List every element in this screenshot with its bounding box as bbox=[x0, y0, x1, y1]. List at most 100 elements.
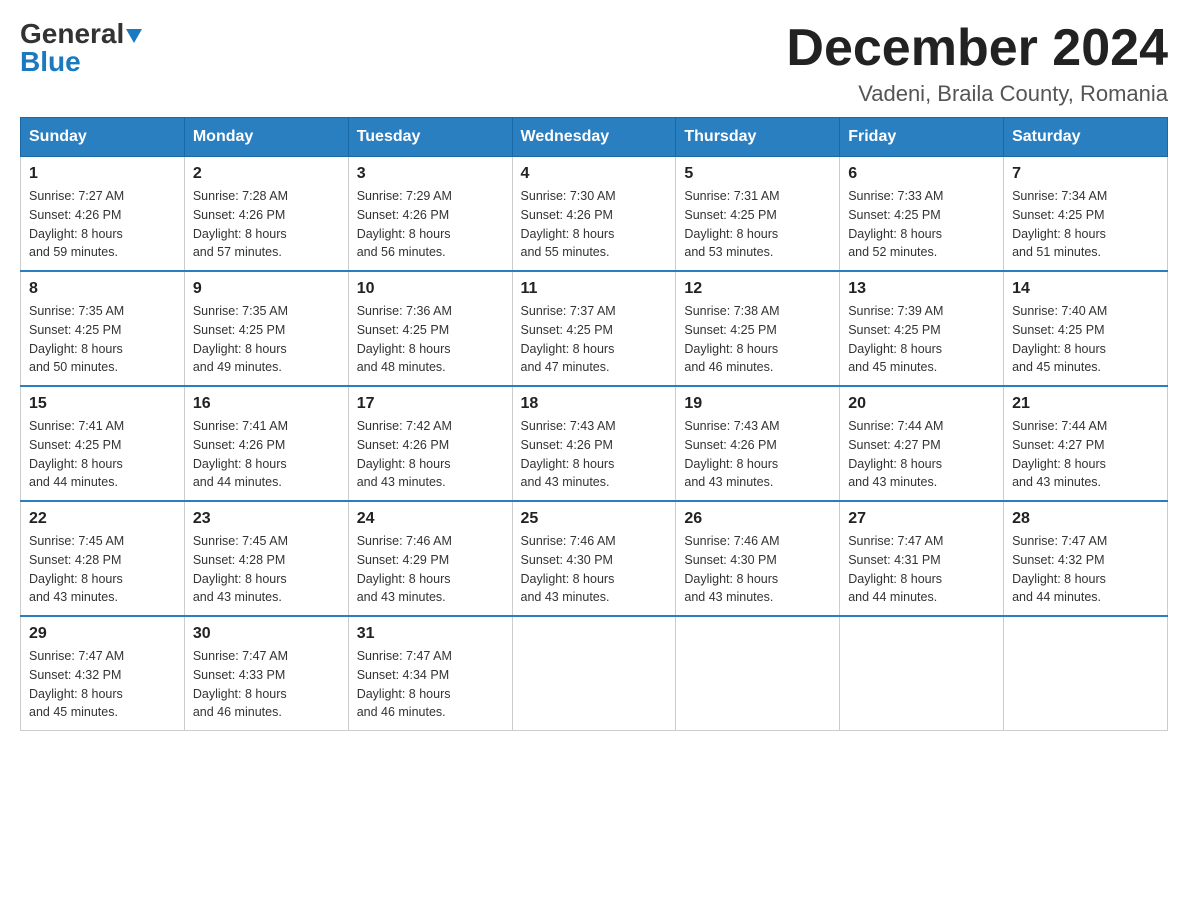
calendar-header-row: Sunday Monday Tuesday Wednesday Thursday… bbox=[21, 118, 1168, 157]
day-info: Sunrise: 7:38 AMSunset: 4:25 PMDaylight:… bbox=[684, 302, 831, 377]
table-row: 1 Sunrise: 7:27 AMSunset: 4:26 PMDaylight… bbox=[21, 157, 185, 272]
logo-triangle-icon bbox=[126, 29, 142, 43]
day-info: Sunrise: 7:42 AMSunset: 4:26 PMDaylight:… bbox=[357, 417, 504, 492]
day-number: 10 bbox=[357, 280, 504, 298]
day-number: 5 bbox=[684, 165, 831, 183]
table-row: 4 Sunrise: 7:30 AMSunset: 4:26 PMDaylight… bbox=[512, 157, 676, 272]
day-number: 23 bbox=[193, 510, 340, 528]
page-header: General Blue December 2024 Vadeni, Brail… bbox=[20, 20, 1168, 107]
col-monday: Monday bbox=[184, 118, 348, 157]
month-title: December 2024 bbox=[786, 20, 1168, 77]
day-info: Sunrise: 7:31 AMSunset: 4:25 PMDaylight:… bbox=[684, 187, 831, 262]
day-number: 22 bbox=[29, 510, 176, 528]
table-row: 16 Sunrise: 7:41 AMSunset: 4:26 PMDayligh… bbox=[184, 386, 348, 501]
day-info: Sunrise: 7:28 AMSunset: 4:26 PMDaylight:… bbox=[193, 187, 340, 262]
day-number: 30 bbox=[193, 625, 340, 643]
day-info: Sunrise: 7:43 AMSunset: 4:26 PMDaylight:… bbox=[684, 417, 831, 492]
table-row: 24Sunrise: 7:46 AMSunset: 4:29 PMDayligh… bbox=[348, 501, 512, 616]
day-info: Sunrise: 7:47 AMSunset: 4:33 PMDaylight:… bbox=[193, 647, 340, 722]
table-row: 14 Sunrise: 7:40 AMSunset: 4:25 PMDayligh… bbox=[1004, 271, 1168, 386]
col-wednesday: Wednesday bbox=[512, 118, 676, 157]
table-row: 18 Sunrise: 7:43 AMSunset: 4:26 PMDayligh… bbox=[512, 386, 676, 501]
calendar-week-row: 22 Sunrise: 7:45 AMSunset: 4:28 PMDayligh… bbox=[21, 501, 1168, 616]
day-info: Sunrise: 7:36 AMSunset: 4:25 PMDaylight:… bbox=[357, 302, 504, 377]
day-number: 17 bbox=[357, 395, 504, 413]
table-row: 9Sunrise: 7:35 AMSunset: 4:25 PMDaylight… bbox=[184, 271, 348, 386]
table-row: 22 Sunrise: 7:45 AMSunset: 4:28 PMDayligh… bbox=[21, 501, 185, 616]
table-row: 15Sunrise: 7:41 AMSunset: 4:25 PMDayligh… bbox=[21, 386, 185, 501]
day-info: Sunrise: 7:47 AMSunset: 4:32 PMDaylight:… bbox=[29, 647, 176, 722]
table-row: 2Sunrise: 7:28 AMSunset: 4:26 PMDaylight… bbox=[184, 157, 348, 272]
day-number: 21 bbox=[1012, 395, 1159, 413]
table-row: 7 Sunrise: 7:34 AMSunset: 4:25 PMDaylight… bbox=[1004, 157, 1168, 272]
day-number: 8 bbox=[29, 280, 176, 298]
calendar-week-row: 29Sunrise: 7:47 AMSunset: 4:32 PMDayligh… bbox=[21, 616, 1168, 731]
day-info: Sunrise: 7:46 AMSunset: 4:30 PMDaylight:… bbox=[684, 532, 831, 607]
day-info: Sunrise: 7:30 AMSunset: 4:26 PMDaylight:… bbox=[521, 187, 668, 262]
table-row: 8 Sunrise: 7:35 AMSunset: 4:25 PMDaylight… bbox=[21, 271, 185, 386]
title-block: December 2024 Vadeni, Braila County, Rom… bbox=[786, 20, 1168, 107]
day-info: Sunrise: 7:45 AMSunset: 4:28 PMDaylight:… bbox=[193, 532, 340, 607]
location-title: Vadeni, Braila County, Romania bbox=[786, 81, 1168, 107]
day-number: 7 bbox=[1012, 165, 1159, 183]
table-row bbox=[512, 616, 676, 731]
table-row bbox=[840, 616, 1004, 731]
day-info: Sunrise: 7:47 AMSunset: 4:31 PMDaylight:… bbox=[848, 532, 995, 607]
day-info: Sunrise: 7:40 AMSunset: 4:25 PMDaylight:… bbox=[1012, 302, 1159, 377]
day-info: Sunrise: 7:41 AMSunset: 4:26 PMDaylight:… bbox=[193, 417, 340, 492]
day-info: Sunrise: 7:47 AMSunset: 4:32 PMDaylight:… bbox=[1012, 532, 1159, 607]
table-row: 27Sunrise: 7:47 AMSunset: 4:31 PMDayligh… bbox=[840, 501, 1004, 616]
day-info: Sunrise: 7:35 AMSunset: 4:25 PMDaylight:… bbox=[29, 302, 176, 377]
day-info: Sunrise: 7:41 AMSunset: 4:25 PMDaylight:… bbox=[29, 417, 176, 492]
day-info: Sunrise: 7:45 AMSunset: 4:28 PMDaylight:… bbox=[29, 532, 176, 607]
table-row: 13 Sunrise: 7:39 AMSunset: 4:25 PMDayligh… bbox=[840, 271, 1004, 386]
day-number: 1 bbox=[29, 165, 176, 183]
day-info: Sunrise: 7:39 AMSunset: 4:25 PMDaylight:… bbox=[848, 302, 995, 377]
day-info: Sunrise: 7:27 AMSunset: 4:26 PMDaylight:… bbox=[29, 187, 176, 262]
col-thursday: Thursday bbox=[676, 118, 840, 157]
table-row: 5 Sunrise: 7:31 AMSunset: 4:25 PMDaylight… bbox=[676, 157, 840, 272]
day-info: Sunrise: 7:37 AMSunset: 4:25 PMDaylight:… bbox=[521, 302, 668, 377]
day-number: 12 bbox=[684, 280, 831, 298]
day-number: 4 bbox=[521, 165, 668, 183]
logo-line2: Blue bbox=[20, 48, 81, 76]
day-number: 18 bbox=[521, 395, 668, 413]
calendar-week-row: 1 Sunrise: 7:27 AMSunset: 4:26 PMDaylight… bbox=[21, 157, 1168, 272]
table-row: 25 Sunrise: 7:46 AMSunset: 4:30 PMDayligh… bbox=[512, 501, 676, 616]
day-number: 16 bbox=[193, 395, 340, 413]
table-row bbox=[676, 616, 840, 731]
day-number: 6 bbox=[848, 165, 995, 183]
day-number: 19 bbox=[684, 395, 831, 413]
day-number: 25 bbox=[521, 510, 668, 528]
logo: General Blue bbox=[20, 20, 142, 76]
day-number: 11 bbox=[521, 280, 668, 298]
day-info: Sunrise: 7:44 AMSunset: 4:27 PMDaylight:… bbox=[1012, 417, 1159, 492]
day-info: Sunrise: 7:46 AMSunset: 4:30 PMDaylight:… bbox=[521, 532, 668, 607]
table-row: 26Sunrise: 7:46 AMSunset: 4:30 PMDayligh… bbox=[676, 501, 840, 616]
table-row: 17 Sunrise: 7:42 AMSunset: 4:26 PMDayligh… bbox=[348, 386, 512, 501]
table-row: 30 Sunrise: 7:47 AMSunset: 4:33 PMDayligh… bbox=[184, 616, 348, 731]
table-row bbox=[1004, 616, 1168, 731]
table-row: 20Sunrise: 7:44 AMSunset: 4:27 PMDayligh… bbox=[840, 386, 1004, 501]
table-row: 21 Sunrise: 7:44 AMSunset: 4:27 PMDayligh… bbox=[1004, 386, 1168, 501]
table-row: 6Sunrise: 7:33 AMSunset: 4:25 PMDaylight… bbox=[840, 157, 1004, 272]
table-row: 3 Sunrise: 7:29 AMSunset: 4:26 PMDaylight… bbox=[348, 157, 512, 272]
day-info: Sunrise: 7:46 AMSunset: 4:29 PMDaylight:… bbox=[357, 532, 504, 607]
table-row: 10 Sunrise: 7:36 AMSunset: 4:25 PMDayligh… bbox=[348, 271, 512, 386]
day-info: Sunrise: 7:34 AMSunset: 4:25 PMDaylight:… bbox=[1012, 187, 1159, 262]
day-number: 13 bbox=[848, 280, 995, 298]
day-info: Sunrise: 7:43 AMSunset: 4:26 PMDaylight:… bbox=[521, 417, 668, 492]
day-number: 9 bbox=[193, 280, 340, 298]
table-row: 23 Sunrise: 7:45 AMSunset: 4:28 PMDayligh… bbox=[184, 501, 348, 616]
calendar-week-row: 15Sunrise: 7:41 AMSunset: 4:25 PMDayligh… bbox=[21, 386, 1168, 501]
day-number: 31 bbox=[357, 625, 504, 643]
col-sunday: Sunday bbox=[21, 118, 185, 157]
table-row: 28Sunrise: 7:47 AMSunset: 4:32 PMDayligh… bbox=[1004, 501, 1168, 616]
day-info: Sunrise: 7:29 AMSunset: 4:26 PMDaylight:… bbox=[357, 187, 504, 262]
calendar-table: Sunday Monday Tuesday Wednesday Thursday… bbox=[20, 117, 1168, 731]
calendar-week-row: 8 Sunrise: 7:35 AMSunset: 4:25 PMDaylight… bbox=[21, 271, 1168, 386]
table-row: 19 Sunrise: 7:43 AMSunset: 4:26 PMDayligh… bbox=[676, 386, 840, 501]
day-number: 3 bbox=[357, 165, 504, 183]
day-number: 14 bbox=[1012, 280, 1159, 298]
day-info: Sunrise: 7:47 AMSunset: 4:34 PMDaylight:… bbox=[357, 647, 504, 722]
